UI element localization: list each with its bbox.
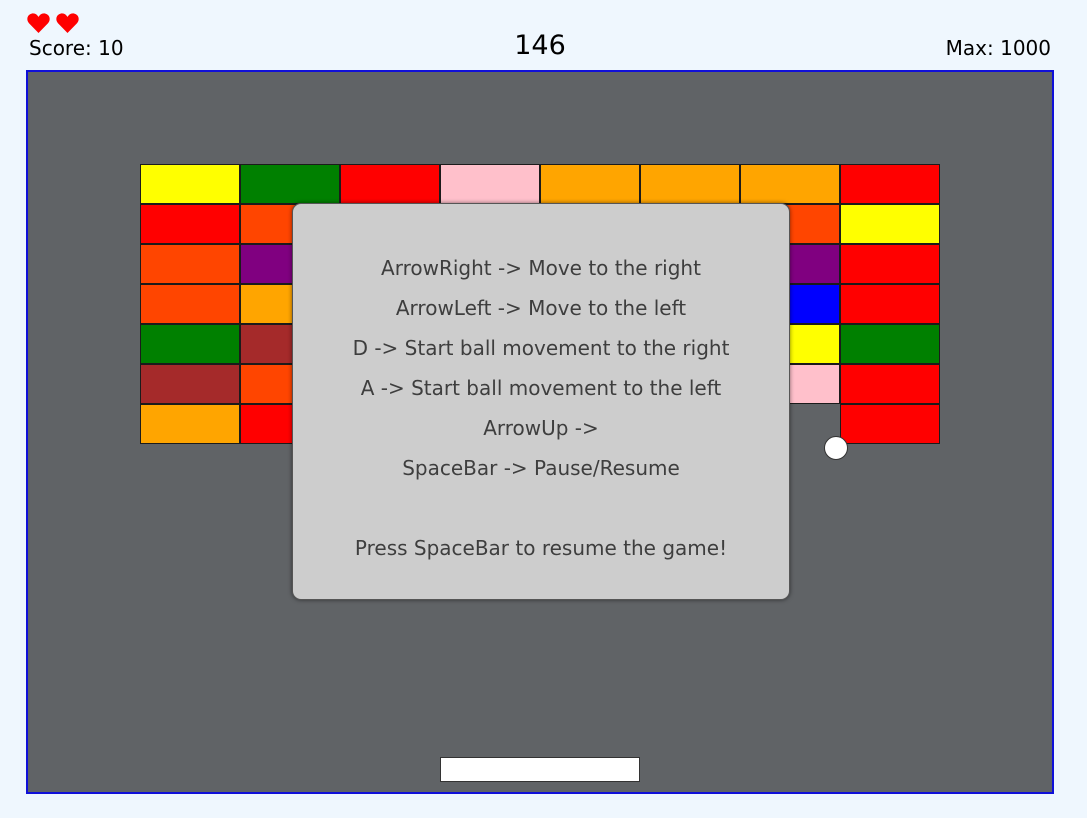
brick	[840, 284, 940, 324]
brick	[640, 164, 740, 204]
heart-icon	[27, 13, 50, 33]
brick	[440, 164, 540, 204]
help-line: ArrowUp ->	[483, 416, 599, 440]
brick	[840, 204, 940, 244]
brick	[140, 364, 240, 404]
brick	[240, 164, 340, 204]
brick	[340, 164, 440, 204]
brick	[140, 164, 240, 204]
brick	[140, 204, 240, 244]
brick	[540, 164, 640, 204]
brick	[840, 404, 940, 444]
game-board[interactable]: ArrowRight -> Move to the right ArrowLeft…	[26, 70, 1054, 794]
timer-display: 146	[514, 30, 566, 61]
brick	[140, 244, 240, 284]
game-page: Score: 10 146 Max: 1000 ArrowRight -> Mo…	[0, 0, 1087, 818]
help-line: ArrowLeft -> Move to the left	[395, 296, 687, 320]
pause-menu: ArrowRight -> Move to the right ArrowLeft…	[292, 203, 790, 600]
brick	[740, 164, 840, 204]
brick	[140, 404, 240, 444]
help-line: SpaceBar -> Pause/Resume	[402, 456, 680, 480]
score-display: Score: 10	[29, 36, 124, 60]
brick	[840, 324, 940, 364]
max-score-display: Max: 1000	[945, 36, 1051, 60]
controls-help-list: ArrowRight -> Move to the right ArrowLeft…	[293, 248, 789, 568]
heart-icon	[56, 13, 79, 33]
lives-indicator	[26, 12, 80, 34]
help-line: D -> Start ball movement to the right	[352, 336, 730, 360]
brick	[840, 244, 940, 284]
help-line: ArrowRight -> Move to the right	[381, 256, 701, 280]
brick	[140, 324, 240, 364]
help-line: Press SpaceBar to resume the game!	[354, 536, 728, 560]
ball	[824, 436, 848, 460]
help-spacer	[293, 488, 789, 528]
brick	[840, 164, 940, 204]
paddle[interactable]	[440, 757, 640, 782]
brick	[840, 364, 940, 404]
help-line: A -> Start ball movement to the left	[360, 376, 722, 400]
brick	[140, 284, 240, 324]
